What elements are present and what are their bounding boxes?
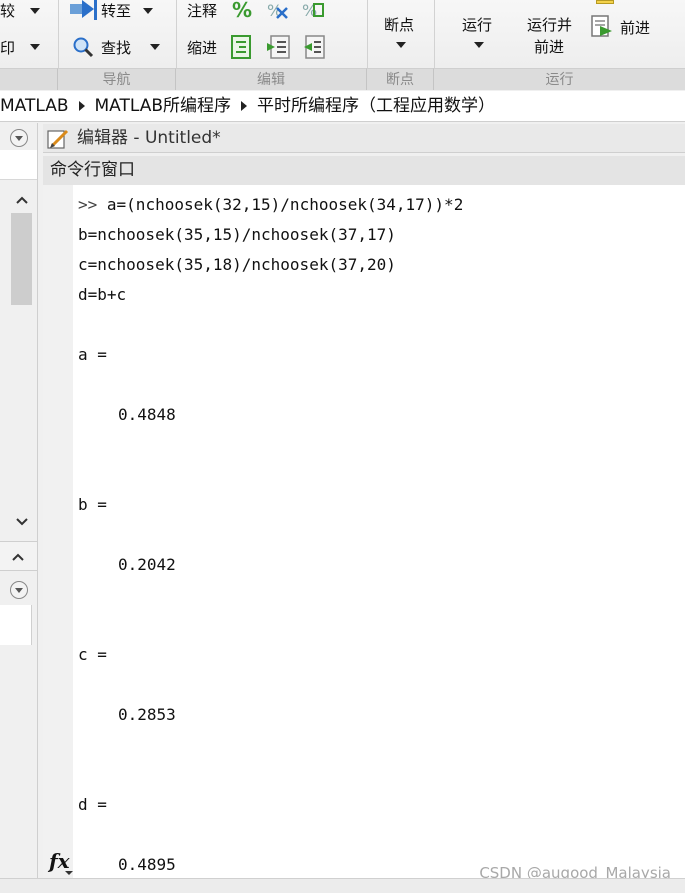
increase-indent-icon[interactable] xyxy=(265,35,291,59)
goto-arrow-icon xyxy=(70,0,97,20)
group-edit: 编辑 xyxy=(176,68,367,90)
breakpoint-button[interactable]: 断点 xyxy=(384,14,414,35)
breadcrumb-item[interactable]: 平时所编程序（工程应用数学） xyxy=(257,91,495,122)
left-panel xyxy=(0,123,38,878)
advance-button[interactable]: 前进 xyxy=(620,17,650,38)
smart-indent-icon[interactable] xyxy=(230,35,252,59)
goto-button[interactable]: 转至 xyxy=(101,0,131,21)
command-line[interactable]: >> a=(nchoosek(32,15)/nchoosek(34,17))*2 xyxy=(78,195,463,214)
scroll-up-icon[interactable] xyxy=(15,195,29,205)
result-label: c = xyxy=(78,645,107,664)
ribbon-left-item-1[interactable]: 较 xyxy=(0,0,15,21)
wrap-comment-icon[interactable]: % xyxy=(300,0,326,22)
chevron-down-icon[interactable] xyxy=(396,42,406,48)
command-line[interactable]: b=nchoosek(35,15)/nchoosek(37,17) xyxy=(78,225,396,244)
chevron-up-icon[interactable] xyxy=(11,552,25,562)
chevron-down-icon[interactable] xyxy=(65,871,73,875)
editor-pencil-icon xyxy=(47,129,69,149)
result-label: a = xyxy=(78,345,107,364)
group-run: 运行 xyxy=(434,68,685,90)
command-window[interactable]: >> a=(nchoosek(32,15)/nchoosek(34,17))*2… xyxy=(43,185,685,878)
decrease-indent-icon[interactable] xyxy=(300,35,326,59)
result-label: d = xyxy=(78,795,107,814)
result-value: 0.4895 xyxy=(118,855,176,874)
panel-menu-icon[interactable] xyxy=(10,581,28,599)
current-folder-breadcrumb[interactable]: MATLAB MATLAB所编程序 平时所编程序（工程应用数学） xyxy=(0,91,685,122)
advance-icon[interactable] xyxy=(590,14,614,40)
command-line[interactable]: c=nchoosek(35,18)/nchoosek(37,20) xyxy=(78,255,396,274)
prompt: >> xyxy=(78,195,98,214)
command-window-title[interactable]: 命令行窗口 xyxy=(43,156,685,185)
run-advance-line2[interactable]: 前进 xyxy=(534,36,564,57)
panel-menu-icon[interactable] xyxy=(10,129,28,147)
group-breakpoint: 断点 xyxy=(367,68,434,90)
result-value: 0.4848 xyxy=(118,405,176,424)
scrollbar[interactable] xyxy=(10,183,33,540)
chevron-down-icon[interactable] xyxy=(143,8,153,14)
search-icon xyxy=(73,37,94,58)
scroll-down-icon[interactable] xyxy=(15,517,29,527)
editor-title: 编辑器 - Untitled* xyxy=(77,128,221,148)
command-gutter xyxy=(43,185,73,878)
chevron-right-icon[interactable] xyxy=(241,101,248,111)
partial-icon xyxy=(596,0,614,4)
panel-expand[interactable] xyxy=(0,541,37,571)
find-button[interactable]: 查找 xyxy=(101,37,131,58)
uncomment-icon[interactable]: % xyxy=(265,0,291,22)
chevron-down-icon[interactable] xyxy=(150,44,160,50)
breadcrumb-item[interactable]: MATLAB xyxy=(0,91,69,122)
percent-icon[interactable]: % xyxy=(232,0,252,22)
comment-label[interactable]: 注释 xyxy=(187,0,217,21)
group-nav: 导航 xyxy=(58,68,176,90)
chevron-down-icon[interactable] xyxy=(30,8,40,14)
result-value: 0.2042 xyxy=(118,555,176,574)
command-line[interactable]: d=b+c xyxy=(78,285,126,304)
toolstrip-ribbon: 较 印 转至 查找 注释 % % % 缩进 断点 运行 运行并 前进 前进 导航… xyxy=(0,0,685,90)
fx-icon[interactable]: fx xyxy=(49,849,70,873)
indent-label[interactable]: 缩进 xyxy=(187,37,217,58)
ribbon-left-item-2[interactable]: 印 xyxy=(0,37,15,58)
breadcrumb-item[interactable]: MATLAB所编程序 xyxy=(95,91,232,122)
status-bar xyxy=(0,878,685,893)
result-value: 0.2853 xyxy=(118,705,176,724)
editor-titlebar[interactable]: 编辑器 - Untitled* xyxy=(43,124,685,153)
chevron-down-icon[interactable] xyxy=(30,44,40,50)
run-button[interactable]: 运行 xyxy=(462,14,492,35)
chevron-right-icon[interactable] xyxy=(78,101,85,111)
chevron-down-icon[interactable] xyxy=(474,42,484,48)
scroll-thumb[interactable] xyxy=(11,213,32,305)
result-label: b = xyxy=(78,495,107,514)
run-advance-line1[interactable]: 运行并 xyxy=(527,14,572,35)
